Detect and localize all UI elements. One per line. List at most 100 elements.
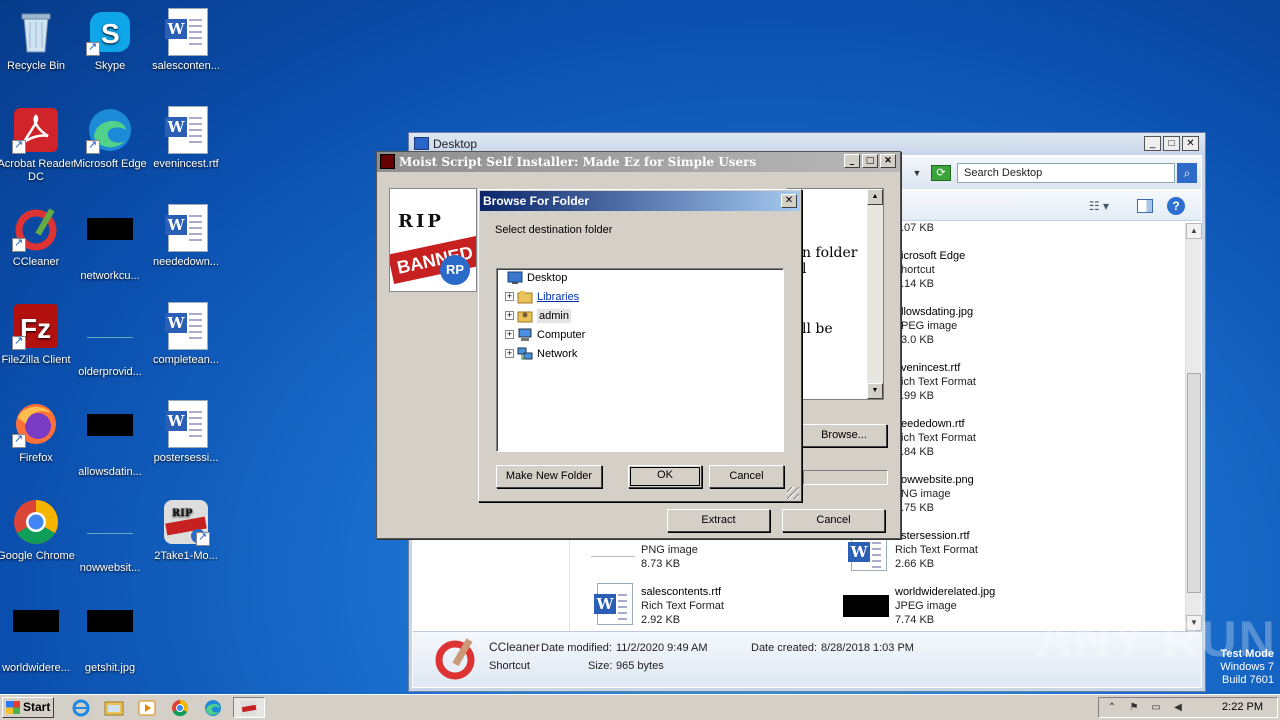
file-item[interactable]: .07 KB (901, 221, 934, 235)
file-name: icrosoft Edge (901, 250, 966, 262)
desktop-icon-neededown[interactable]: neededown... (146, 204, 226, 269)
desktop-icon-chrome[interactable]: Google Chrome (0, 498, 76, 563)
desktop-icon-worldwiderelated[interactable]: worldwidere... (0, 596, 76, 675)
image-thumbnail-icon (12, 610, 60, 658)
desktop-icon-acrobat[interactable]: Acrobat Reader DC (0, 106, 76, 184)
desktop-icon-completean[interactable]: completean... (146, 302, 226, 367)
desktop-icon-evenincest[interactable]: evenincest.rtf (146, 106, 226, 171)
installer-app-icon (241, 701, 257, 715)
shortcut-arrow-icon (86, 139, 100, 154)
vertical-scrollbar[interactable]: ▲ ▼ (1185, 223, 1202, 631)
start-button[interactable]: Start (2, 697, 54, 718)
desktop-icon-allowsdatin[interactable]: allowsdatin... (70, 400, 150, 479)
file-name: venincest.rtf (901, 362, 961, 374)
os-label: Windows 7 (1220, 661, 1274, 673)
desktop-icon-firefox[interactable]: Firefox (0, 400, 76, 465)
maximize-button[interactable]: □ (1163, 136, 1180, 151)
expand-icon[interactable]: + (505, 330, 514, 339)
desktop-icon-filezilla[interactable]: Fz FileZilla Client (0, 302, 76, 367)
message-scrollbar[interactable]: ▲ ▼ (867, 189, 883, 399)
installer-cancel-button[interactable]: Cancel (782, 509, 885, 532)
file-explorer-icon[interactable] (103, 698, 125, 718)
desktop-icon-skype[interactable]: S Skype (70, 8, 150, 73)
browse-title-bar[interactable]: Browse For Folder ✕ (480, 191, 800, 211)
word-document-icon (162, 8, 210, 56)
tree-node-network[interactable]: + Network (505, 345, 577, 363)
scroll-up-button[interactable]: ▲ (867, 189, 883, 205)
search-input[interactable]: Search Desktop (957, 163, 1175, 183)
file-item[interactable]: eededown.rtf ich Text Format .84 KB (901, 417, 976, 459)
desktop-icon-olderprovid[interactable]: olderprovid... (70, 302, 150, 379)
chrome-icon[interactable] (169, 698, 191, 718)
desktop-icon-networkcu[interactable]: networkcu... (70, 204, 150, 283)
file-type: Rich Text Format (895, 544, 978, 556)
close-button[interactable]: ✕ (880, 154, 896, 168)
desktop-icon-edge[interactable]: Microsoft Edge (70, 106, 150, 171)
file-item[interactable]: PNG image 8.73 KB (641, 543, 698, 571)
desktop-icon-postersessi[interactable]: postersessi... (146, 400, 226, 465)
ccleaner-icon (12, 204, 60, 252)
browse-button[interactable]: Browse... (801, 424, 887, 447)
file-item[interactable]: salescontents.rtf Rich Text Format 2.92 … (641, 585, 724, 627)
maximize-button[interactable]: □ (862, 154, 878, 168)
change-view-button[interactable]: ☷ ▾ (1089, 199, 1109, 213)
file-item[interactable]: venincest.rtf ich Text Format .99 KB (901, 361, 976, 403)
internet-explorer-icon[interactable] (70, 698, 92, 718)
refresh-button[interactable]: ⟳ (931, 165, 951, 181)
recycle-bin-icon (12, 8, 60, 56)
file-item[interactable]: worldwiderelated.jpg JPEG image 7.74 KB (895, 585, 995, 627)
tree-node-computer[interactable]: + Computer (505, 326, 585, 344)
installer-title-bar[interactable]: Moist Script Self Installer: Made Ez for… (377, 152, 900, 172)
file-item[interactable]: ostersession.rtf Rich Text Format 2.66 K… (895, 529, 978, 571)
close-button[interactable]: ✕ (781, 194, 797, 208)
file-name: ostersession.rtf (895, 530, 970, 542)
desktop-icon-recycle-bin[interactable]: Recycle Bin (0, 8, 76, 73)
file-item[interactable]: icrosoft Edge hortcut .14 KB (901, 249, 965, 291)
scroll-down-button[interactable]: ▼ (867, 383, 883, 399)
minimize-button[interactable]: _ (844, 154, 860, 168)
minimize-button[interactable]: _ (1144, 136, 1161, 151)
desktop-icon (507, 271, 523, 284)
desktop-icon-salescontents[interactable]: salesconten... (146, 8, 226, 73)
scroll-up-button[interactable]: ▲ (1186, 223, 1202, 239)
show-hidden-icons-icon[interactable]: ⌃ (1105, 701, 1119, 714)
preview-pane-button[interactable] (1137, 199, 1153, 213)
network-tray-icon[interactable]: ▭ (1149, 701, 1163, 714)
expand-icon[interactable]: + (505, 292, 514, 301)
expand-icon[interactable]: + (505, 349, 514, 358)
window-controls: _ □ ✕ (1144, 136, 1199, 151)
desktop-icon-label: allowsdatin... (78, 466, 142, 478)
file-item[interactable]: llowsdating.jpg PEG image 3.0 KB (901, 305, 973, 347)
tree-node-admin[interactable]: + admin (505, 307, 571, 325)
expand-icon[interactable]: + (505, 311, 514, 320)
make-new-folder-button[interactable]: Make New Folder (496, 465, 602, 488)
desktop-icon-2take1[interactable]: RIP 2Take1-Mo... (146, 498, 226, 563)
close-button[interactable]: ✕ (1182, 136, 1199, 151)
file-item[interactable]: owwebsite.png NG image .75 KB (901, 473, 974, 515)
edge-icon[interactable] (202, 698, 224, 718)
help-icon[interactable]: ? (1167, 197, 1185, 215)
tree-node-desktop[interactable]: Desktop (505, 269, 567, 287)
ok-button[interactable]: OK (628, 465, 702, 488)
tree-node-libraries[interactable]: + Libraries (505, 288, 579, 306)
extract-button[interactable]: Extract (667, 509, 770, 532)
folder-tree[interactable]: Desktop + Libraries + admin + Computer +… (496, 268, 784, 452)
media-player-icon[interactable] (136, 698, 158, 718)
file-type: ich Text Format (901, 432, 976, 444)
search-icon[interactable]: ⌕ (1177, 163, 1197, 183)
scroll-thumb[interactable] (1187, 373, 1201, 593)
flag-icon[interactable]: ⚑ (1127, 701, 1141, 714)
desktop-icon-nowwebsit[interactable]: nowwebsit... (70, 498, 150, 575)
computer-icon (518, 328, 532, 341)
desktop-icon-getshit[interactable]: getshit.jpg (70, 596, 150, 675)
browse-cancel-button[interactable]: Cancel (709, 465, 784, 488)
desktop-icon-ccleaner[interactable]: CCleaner (0, 204, 76, 269)
clock[interactable]: 2:22 PM (1222, 698, 1263, 717)
address-dropdown-icon[interactable]: ▼ (909, 165, 925, 181)
tree-node-label: Network (537, 348, 578, 360)
resize-grip-icon[interactable] (787, 487, 799, 499)
file-type: Rich Text Format (641, 600, 724, 612)
taskbar-installer-button[interactable] (233, 697, 265, 718)
edge-icon (86, 106, 134, 154)
volume-icon[interactable]: ◀ (1171, 701, 1185, 714)
